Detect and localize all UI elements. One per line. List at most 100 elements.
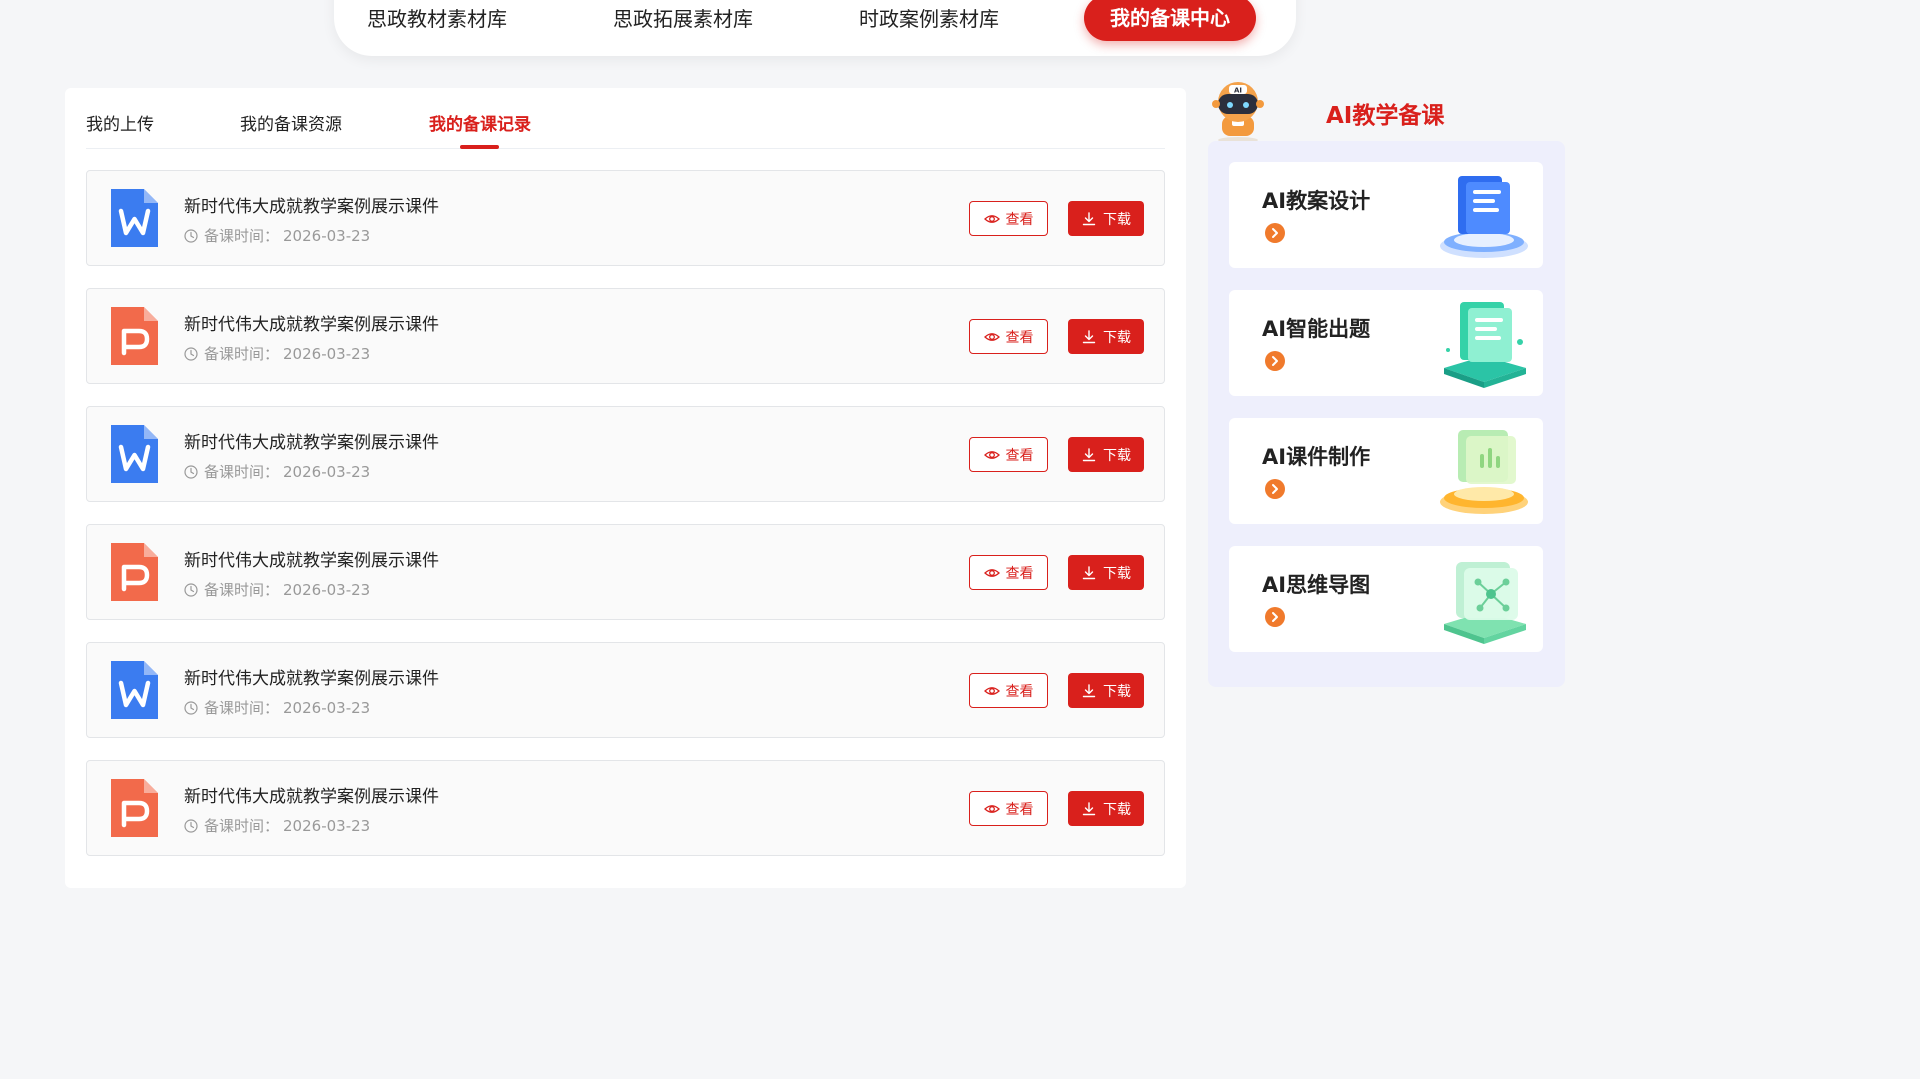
- download-button[interactable]: 下载: [1068, 555, 1144, 590]
- eye-icon: [983, 450, 1000, 459]
- word-file-icon: [111, 425, 158, 483]
- clock-icon: [184, 700, 198, 715]
- download-label: 下载: [1103, 329, 1131, 346]
- chevron-right-icon[interactable]: [1265, 607, 1285, 627]
- record-meta: 备课时间： 2026-03-23: [184, 815, 370, 836]
- view-label: 查看: [1005, 801, 1034, 818]
- record-title[interactable]: 新时代伟大成就教学案例展示课件: [184, 192, 439, 217]
- clock-icon: [184, 464, 198, 479]
- view-button[interactable]: 查看: [969, 791, 1048, 826]
- card-ai-courseware[interactable]: AI课件制作: [1229, 418, 1543, 524]
- view-button[interactable]: 查看: [969, 673, 1048, 708]
- tab-my-prep-records[interactable]: 我的备课记录: [429, 110, 531, 135]
- top-navigation: 思政教材素材库 思政拓展素材库 时政案例素材库 我的备课中心: [334, 0, 1296, 56]
- nav-current-affairs[interactable]: 时政案例素材库: [859, 0, 999, 46]
- document-stack-icon: [1440, 176, 1528, 258]
- nav-my-prep-center[interactable]: 我的备课中心: [1084, 0, 1256, 41]
- clock-icon: [184, 582, 198, 597]
- nav-sizheng-textbook[interactable]: 思政教材素材库: [367, 0, 507, 46]
- question-paper-icon: [1444, 302, 1526, 388]
- tab-bar: 我的上传 我的备课资源 我的备课记录: [86, 88, 1165, 149]
- download-button[interactable]: 下载: [1068, 319, 1144, 354]
- view-button[interactable]: 查看: [969, 201, 1048, 236]
- nav-sizheng-extension[interactable]: 思政拓展素材库: [613, 0, 753, 46]
- download-label: 下载: [1103, 211, 1131, 228]
- view-button[interactable]: 查看: [969, 319, 1048, 354]
- ppt-file-icon: [111, 779, 158, 837]
- record-row: 新时代伟大成就教学案例展示课件备课时间： 2026-03-23 查看 下载: [86, 288, 1165, 384]
- record-meta: 备课时间： 2026-03-23: [184, 697, 370, 718]
- prep-time-label: 备课时间：: [204, 581, 280, 599]
- download-icon: [1082, 329, 1096, 343]
- download-icon: [1082, 447, 1096, 461]
- record-row: 新时代伟大成就教学案例展示课件备课时间： 2026-03-23 查看 下载: [86, 760, 1165, 856]
- record-meta: 备课时间： 2026-03-23: [184, 225, 370, 246]
- eye-icon: [983, 214, 1000, 223]
- download-button[interactable]: 下载: [1068, 673, 1144, 708]
- chevron-right-icon[interactable]: [1265, 223, 1285, 243]
- ai-robot-icon: AI: [1212, 82, 1264, 143]
- chevron-right-icon[interactable]: [1265, 351, 1285, 371]
- card-label: AI课件制作: [1262, 445, 1371, 469]
- clock-icon: [184, 818, 198, 833]
- download-icon: [1082, 683, 1096, 697]
- record-meta: 备课时间： 2026-03-23: [184, 579, 370, 600]
- prep-date: 2026-03-23: [283, 226, 371, 245]
- record-row: 新时代伟大成就教学案例展示课件备课时间： 2026-03-23 查看 下载: [86, 524, 1165, 620]
- record-meta: 备课时间： 2026-03-23: [184, 461, 370, 482]
- download-label: 下载: [1103, 683, 1131, 700]
- view-label: 查看: [1005, 329, 1034, 346]
- prep-time-label: 备课时间：: [204, 817, 280, 835]
- ai-prep-title: AI教学备课: [1326, 103, 1445, 129]
- record-title[interactable]: 新时代伟大成就教学案例展示课件: [184, 310, 439, 335]
- view-button[interactable]: 查看: [969, 555, 1048, 590]
- view-button[interactable]: 查看: [969, 437, 1048, 472]
- record-title[interactable]: 新时代伟大成就教学案例展示课件: [184, 546, 439, 571]
- card-ai-question-gen[interactable]: AI智能出题: [1229, 290, 1543, 396]
- prep-date: 2026-03-23: [283, 816, 371, 835]
- view-label: 查看: [1005, 211, 1034, 228]
- record-title[interactable]: 新时代伟大成就教学案例展示课件: [184, 664, 439, 689]
- download-label: 下载: [1103, 801, 1131, 818]
- robot-badge: AI: [1234, 87, 1242, 95]
- tab-my-uploads[interactable]: 我的上传: [86, 110, 154, 135]
- clock-icon: [184, 228, 198, 243]
- download-icon: [1082, 211, 1096, 225]
- card-ai-lesson-plan[interactable]: AI教案设计: [1229, 162, 1543, 268]
- eye-icon: [983, 686, 1000, 695]
- record-title[interactable]: 新时代伟大成就教学案例展示课件: [184, 782, 439, 807]
- download-icon: [1082, 565, 1096, 579]
- ai-prep-header: AI AI教学备课: [1208, 80, 1568, 150]
- download-label: 下载: [1103, 565, 1131, 582]
- chevron-right-icon[interactable]: [1265, 479, 1285, 499]
- card-label: AI教案设计: [1262, 189, 1371, 213]
- word-file-icon: [111, 189, 158, 247]
- download-button[interactable]: 下载: [1068, 437, 1144, 472]
- download-button[interactable]: 下载: [1068, 791, 1144, 826]
- ppt-file-icon: [111, 543, 158, 601]
- download-button[interactable]: 下载: [1068, 201, 1144, 236]
- prep-date: 2026-03-23: [283, 462, 371, 481]
- card-label: AI智能出题: [1262, 317, 1371, 341]
- courseware-icon: [1440, 430, 1528, 514]
- active-tab-indicator: [460, 145, 499, 149]
- ai-tools-panel: AI教案设计 AI智能出题 AI课件制作 AI思维导图: [1208, 141, 1565, 687]
- record-row: 新时代伟大成就教学案例展示课件备课时间： 2026-03-23 查看 下载: [86, 406, 1165, 502]
- tab-my-prep-resources[interactable]: 我的备课资源: [240, 110, 342, 135]
- main-panel: 我的上传 我的备课资源 我的备课记录 新时代伟大成就教学案例展示课件 备课时间： 2…: [65, 88, 1186, 888]
- card-label: AI思维导图: [1262, 573, 1371, 597]
- prep-time-label: 备课时间：: [204, 345, 280, 363]
- prep-time-label: 备课时间：: [204, 227, 280, 245]
- card-ai-mindmap[interactable]: AI思维导图: [1229, 546, 1543, 652]
- mindmap-icon: [1444, 562, 1526, 644]
- ppt-file-icon: [111, 307, 158, 365]
- prep-date: 2026-03-23: [283, 344, 371, 363]
- view-label: 查看: [1005, 565, 1034, 582]
- eye-icon: [983, 568, 1000, 577]
- record-list: 新时代伟大成就教学案例展示课件 备课时间： 2026-03-23 查看 下载 新时代伟大成…: [86, 170, 1165, 878]
- record-row: 新时代伟大成就教学案例展示课件备课时间： 2026-03-23 查看 下载: [86, 170, 1165, 266]
- clock-icon: [184, 346, 198, 361]
- record-title[interactable]: 新时代伟大成就教学案例展示课件: [184, 428, 439, 453]
- eye-icon: [983, 332, 1000, 341]
- download-label: 下载: [1103, 447, 1131, 464]
